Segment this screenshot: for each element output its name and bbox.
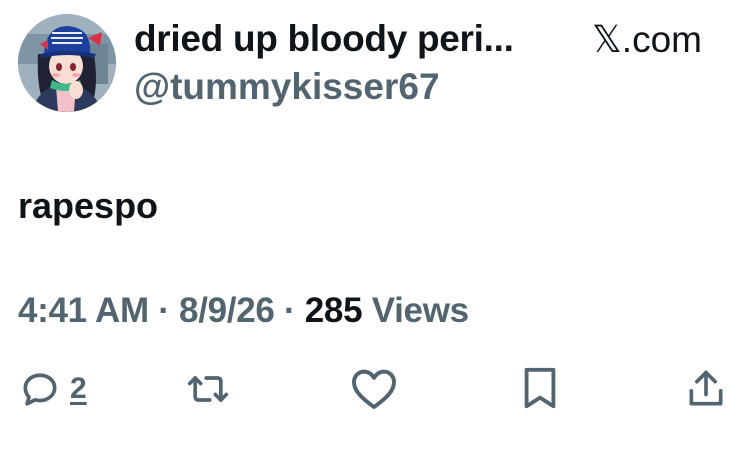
heart-icon (352, 369, 396, 409)
avatar-image (18, 14, 116, 112)
tweet-text: rapespo (18, 185, 159, 226)
meta-separator: · (274, 291, 305, 330)
repost-button[interactable] (182, 365, 234, 413)
views-label: Views (362, 291, 469, 330)
tweet-time[interactable]: 4:41 AM (18, 291, 149, 330)
repost-icon (187, 376, 229, 402)
reply-button[interactable]: 2 (18, 365, 87, 413)
author-display-name[interactable]: dried up bloody peri... (134, 18, 514, 60)
share-icon (689, 370, 723, 406)
author-handle[interactable]: @tummykisser67 (134, 66, 440, 108)
reply-icon (23, 373, 57, 406)
meta-separator: · (148, 291, 180, 330)
views-count: 285 (304, 291, 363, 330)
avatar[interactable] (18, 14, 116, 112)
bookmark-button[interactable] (520, 365, 560, 413)
action-bar: 2 (0, 365, 750, 415)
bookmark-icon (524, 367, 556, 409)
share-button[interactable] (684, 365, 728, 413)
reply-count: 2 (70, 372, 87, 405)
source-label: 𝕏.com (592, 19, 702, 60)
tweet-meta: 4:41 AM · 8/9/26 · 285 Views (18, 291, 469, 331)
like-button[interactable] (350, 365, 398, 413)
tweet-date[interactable]: 8/9/26 (179, 291, 275, 330)
